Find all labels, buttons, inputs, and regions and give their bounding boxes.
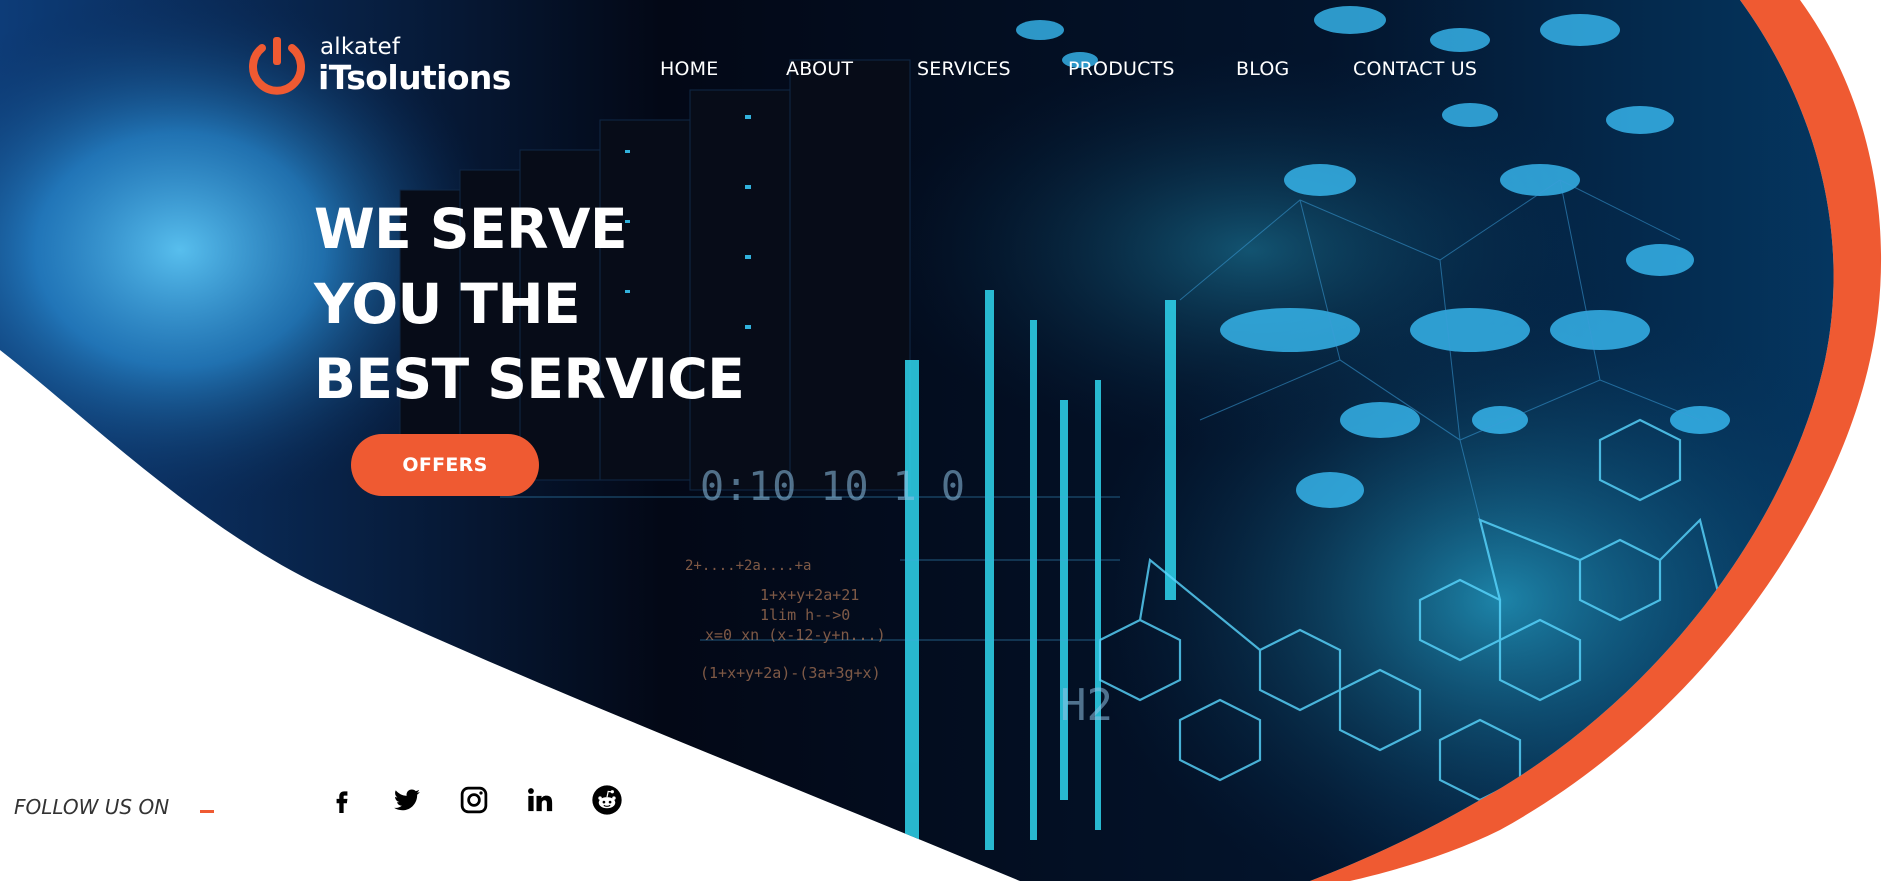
headline-line-1: WE SERVE [314, 197, 628, 261]
twitter-icon[interactable] [390, 783, 424, 817]
svg-text:(1+x+y+2a)-(3a+3g+x): (1+x+y+2a)-(3a+3g+x) [700, 664, 881, 682]
nav-blog[interactable]: BLOG [1236, 58, 1289, 80]
linkedin-icon[interactable] [523, 783, 557, 817]
offers-button[interactable]: OFFERS [351, 434, 539, 496]
reddit-icon[interactable] [590, 783, 624, 817]
follow-us-label: FOLLOW US ON [14, 795, 170, 819]
nav-contact-us[interactable]: CONTACT US [1353, 58, 1477, 80]
hero-headline: WE SERVE YOU THE BEST SERVICE [314, 192, 745, 417]
svg-text:x=0 xn (x-12-y+n...): x=0 xn (x-12-y+n...) [705, 626, 886, 644]
svg-text:0:10 10 1 0: 0:10 10 1 0 [700, 464, 965, 510]
facebook-icon[interactable] [325, 783, 359, 817]
headline-line-3: BEST SERVICE [314, 347, 745, 411]
svg-text:2+....+2a....+a: 2+....+2a....+a [685, 558, 811, 574]
follow-divider [200, 810, 214, 813]
main-nav: HOME ABOUT SERVICES PRODUCTS BLOG CONTAC… [0, 58, 1891, 88]
svg-text:1lim h-->0: 1lim h-->0 [760, 606, 850, 624]
nav-about[interactable]: ABOUT [786, 58, 853, 80]
nav-services[interactable]: SERVICES [917, 58, 1011, 80]
svg-text:1+x+y+2a+21: 1+x+y+2a+21 [760, 586, 859, 604]
svg-text:H2: H2 [1060, 680, 1113, 731]
nav-products[interactable]: PRODUCTS [1068, 58, 1175, 80]
headline-line-2: YOU THE [314, 272, 581, 336]
instagram-icon[interactable] [457, 783, 491, 817]
brand-name-small: alkatef [320, 34, 401, 60]
nav-home[interactable]: HOME [660, 58, 718, 80]
hero-background: 0:10 10 1 0 1+x+y+2a+21 1lim h-->0 x=0 x… [0, 0, 1882, 881]
